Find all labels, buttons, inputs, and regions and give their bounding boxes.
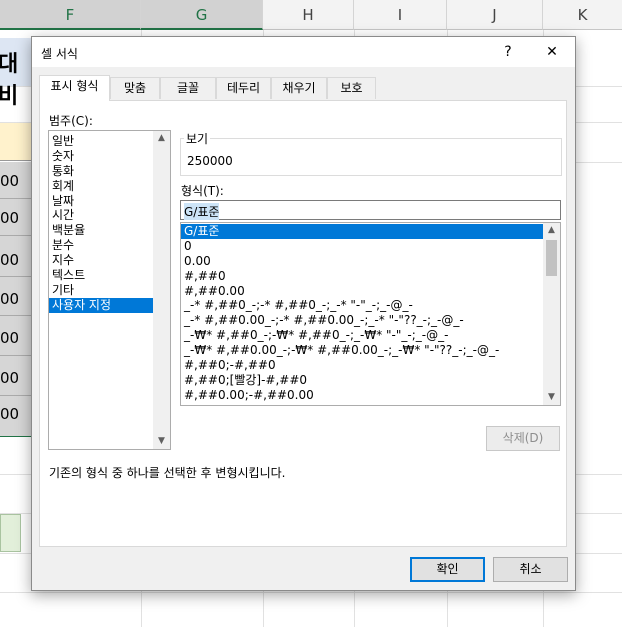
column-header-f[interactable]: F (0, 0, 141, 30)
tab-number[interactable]: 표시 형식 (39, 75, 110, 101)
format-item[interactable]: #,##0.00;-#,##0.00 (181, 388, 543, 403)
format-item[interactable]: _-* #,##0.00_-;-* #,##0.00_-;_-* "-"??_-… (181, 313, 543, 328)
scroll-down-icon[interactable]: ▼ (543, 390, 560, 405)
sample-group (180, 138, 562, 176)
column-header-g[interactable]: G (141, 0, 263, 30)
format-item[interactable]: _-* #,##0_-;-* #,##0_-;_-* "-"_-;_-@_- (181, 298, 543, 313)
format-item[interactable]: #,##0;-#,##0 (181, 358, 543, 373)
help-button[interactable]: ? (494, 40, 522, 64)
cell-value: 00 (0, 172, 20, 190)
column-header-h[interactable]: H (263, 0, 354, 30)
header-cell[interactable] (0, 123, 31, 161)
green-cell[interactable] (0, 514, 21, 552)
format-scrollbar[interactable]: ▲ ▼ (543, 223, 560, 405)
category-list[interactable]: 일반 숫자 통화 회계 날짜 시간 백분율 분수 지수 텍스트 기타 사용자 지… (48, 130, 171, 450)
category-scrollbar[interactable]: ▲ ▼ (153, 131, 170, 449)
category-item[interactable]: 날짜 (49, 194, 153, 209)
scroll-down-icon[interactable]: ▼ (153, 434, 170, 449)
format-item[interactable]: 0.00 (181, 254, 543, 269)
close-button[interactable]: ✕ (538, 40, 566, 64)
category-item[interactable]: 시간 (49, 208, 153, 223)
format-item[interactable]: #,##0 (181, 269, 543, 284)
format-item[interactable]: #,##0.00 (181, 284, 543, 299)
category-item[interactable]: 숫자 (49, 149, 153, 164)
number-tab-panel: 범주(C): 일반 숫자 통화 회계 날짜 시간 백분율 분수 지수 텍스트 기… (39, 100, 567, 547)
delete-button[interactable]: 삭제(D) (486, 426, 560, 451)
description-text: 기존의 형식 중 하나를 선택한 후 변형시킵니다. (49, 466, 286, 480)
ok-button[interactable]: 확인 (410, 557, 485, 582)
tab-border[interactable]: 테두리 (216, 77, 271, 99)
category-item[interactable]: 텍스트 (49, 268, 153, 283)
sample-value: 250000 (187, 154, 233, 168)
cancel-button[interactable]: 취소 (493, 557, 568, 582)
scroll-up-icon[interactable]: ▲ (543, 223, 560, 238)
format-list[interactable]: G/표준 0 0.00 #,##0 #,##0.00 _-* #,##0_-;-… (180, 222, 561, 406)
category-item[interactable]: 분수 (49, 238, 153, 253)
cell-value: 00 (0, 405, 20, 423)
format-cells-dialog: 셀 서식 ? ✕ 표시 형식 맞춤 글꼴 테두리 채우기 보호 범주(C): 일… (31, 36, 576, 591)
tab-alignment[interactable]: 맞춤 (110, 77, 160, 99)
format-item[interactable]: _-₩* #,##0.00_-;-₩* #,##0.00_-;_-₩* "-"?… (181, 343, 543, 358)
type-label: 형식(T): (181, 184, 224, 198)
tab-protection[interactable]: 보호 (327, 77, 376, 99)
cell-value: 00 (0, 329, 20, 347)
type-input-value: G/표준 (184, 203, 220, 220)
sample-label: 보기 (184, 130, 211, 147)
category-item[interactable]: 백분율 (49, 223, 153, 238)
cell-value: 00 (0, 290, 20, 308)
title-cell[interactable]: 대비 (0, 38, 31, 109)
format-item[interactable]: _-₩* #,##0_-;-₩* #,##0_-;_-₩* "-"_-;_-@_… (181, 328, 543, 343)
tab-fill[interactable]: 채우기 (271, 77, 327, 99)
column-header-k[interactable]: K (543, 0, 622, 30)
scroll-thumb[interactable] (546, 240, 557, 276)
dialog-title: 셀 서식 (41, 47, 78, 61)
column-header-j[interactable]: J (447, 0, 543, 30)
scroll-up-icon[interactable]: ▲ (153, 131, 170, 146)
category-item[interactable]: 지수 (49, 253, 153, 268)
type-input[interactable]: G/표준 (180, 200, 561, 220)
cell-value: 00 (0, 251, 20, 269)
cell-value: 00 (0, 369, 20, 387)
selected-range[interactable]: 00 00 00 00 00 00 00 (0, 162, 31, 437)
category-label: 범주(C): (49, 114, 93, 128)
title-cell-text: 대비 (0, 52, 19, 109)
format-item[interactable]: 0 (181, 239, 543, 254)
category-item-selected[interactable]: 사용자 지정 (49, 297, 153, 313)
format-item-selected[interactable]: G/표준 (181, 224, 543, 239)
column-header-i[interactable]: I (354, 0, 447, 30)
cell-value: 00 (0, 209, 20, 227)
dialog-titlebar[interactable]: 셀 서식 ? ✕ (32, 37, 575, 67)
category-item[interactable]: 통화 (49, 164, 153, 179)
category-item[interactable]: 기타 (49, 283, 153, 298)
format-item[interactable]: #,##0;[빨강]-#,##0 (181, 373, 543, 388)
category-item[interactable]: 일반 (49, 134, 153, 149)
tab-font[interactable]: 글꼴 (160, 77, 216, 99)
category-item[interactable]: 회계 (49, 179, 153, 194)
